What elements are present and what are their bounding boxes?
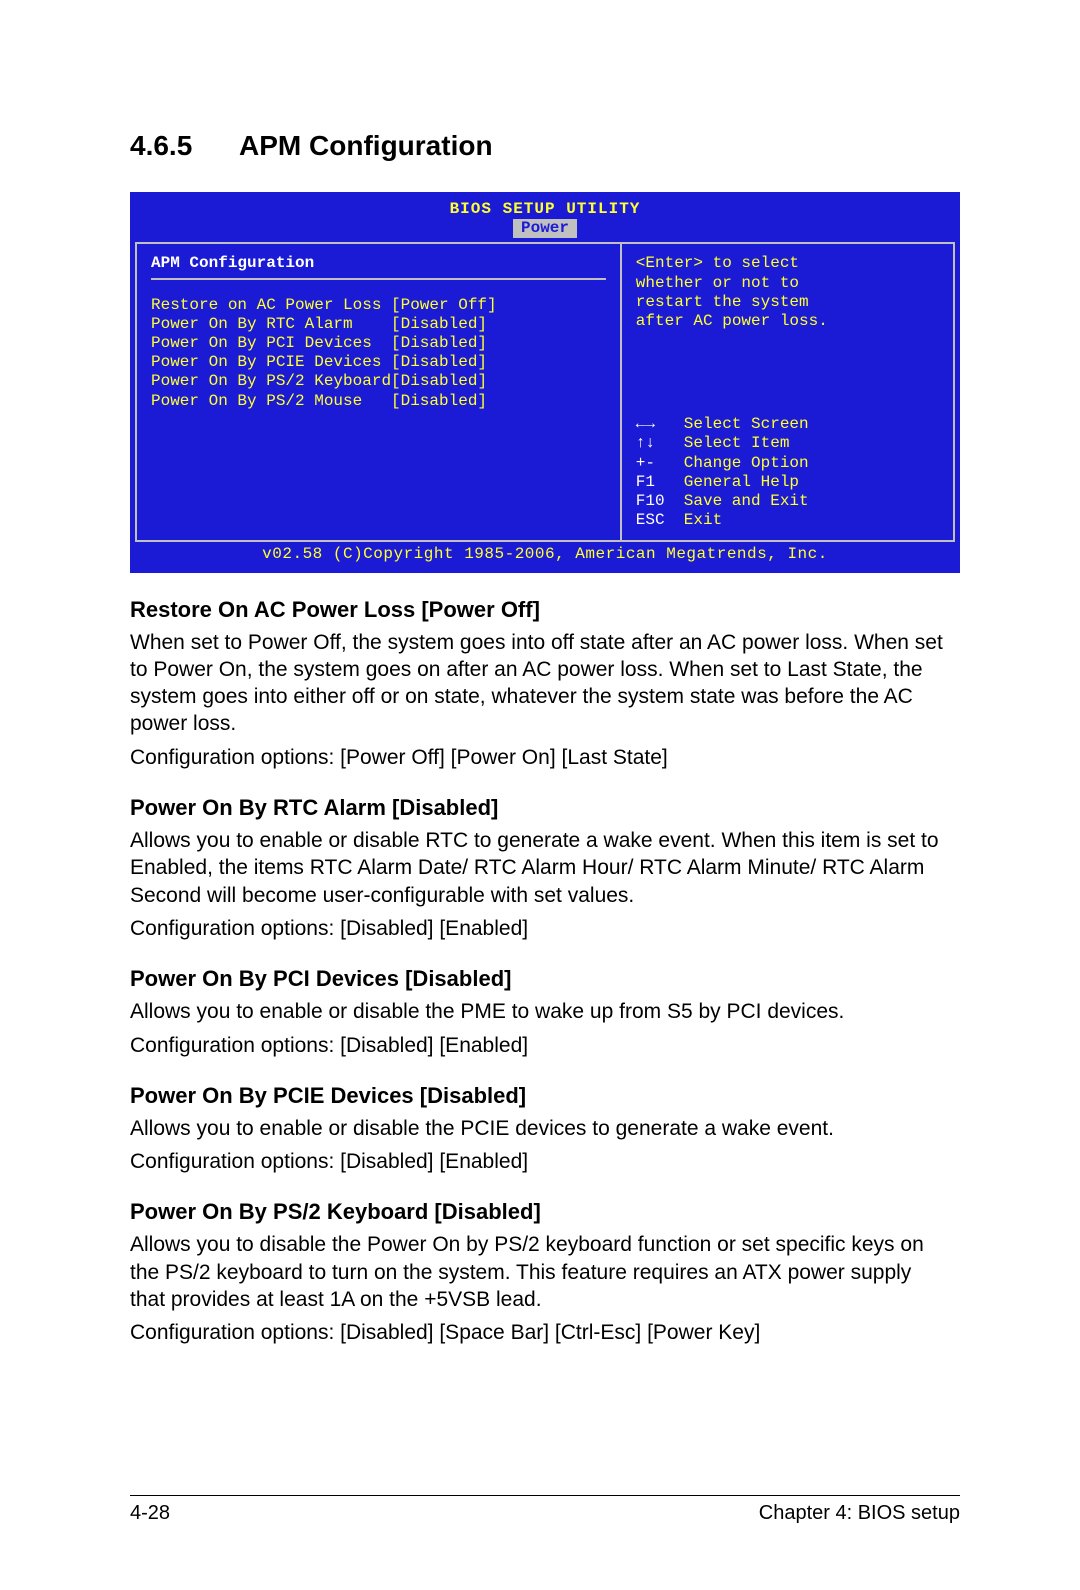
bios-legend-key: ←→ xyxy=(636,415,684,434)
bios-legend-row: ↑↓Select Item xyxy=(636,434,939,453)
bios-legend-row: +-Change Option xyxy=(636,454,939,473)
bios-option-row[interactable]: Power On By PS/2 Mouse[Disabled] xyxy=(151,392,606,411)
bios-option-row[interactable]: Power On By PS/2 Keyboard[Disabled] xyxy=(151,372,606,391)
doc-paragraph: Configuration options: [Power Off] [Powe… xyxy=(130,744,950,771)
doc-paragraph: Allows you to enable or disable the PCIE… xyxy=(130,1115,950,1142)
bios-legend-key: F1 xyxy=(636,473,684,492)
bios-legend-key: ESC xyxy=(636,511,684,530)
bios-tab-row: Power xyxy=(135,219,955,242)
bios-key-legend: ←→Select Screen↑↓Select Item+-Change Opt… xyxy=(636,415,939,530)
bios-legend-action: General Help xyxy=(684,473,799,492)
doc-paragraph: Configuration options: [Disabled] [Enabl… xyxy=(130,1032,950,1059)
bios-legend-row: ←→Select Screen xyxy=(636,415,939,434)
bios-legend-action: Select Screen xyxy=(684,415,809,434)
bios-copyright: v02.58 (C)Copyright 1985-2006, American … xyxy=(135,542,955,567)
bios-option-row[interactable]: Power On By PCIE Devices[Disabled] xyxy=(151,353,606,372)
doc-section-title: Power On By RTC Alarm [Disabled] xyxy=(130,795,950,821)
manual-page: 4.6.5 APM Configuration BIOS SETUP UTILI… xyxy=(0,0,1080,1590)
bios-option-value: [Disabled] xyxy=(391,392,487,411)
doc-section-title: Power On By PCIE Devices [Disabled] xyxy=(130,1083,950,1109)
bios-option-row[interactable]: Power On By RTC Alarm[Disabled] xyxy=(151,315,606,334)
bios-right-pane: <Enter> to select whether or not to rest… xyxy=(622,242,955,542)
bios-legend-action: Save and Exit xyxy=(684,492,809,511)
bios-legend-action: Exit xyxy=(684,511,722,530)
bios-legend-key: +- xyxy=(636,454,684,473)
bios-active-tab[interactable]: Power xyxy=(513,219,577,238)
doc-paragraph: When set to Power Off, the system goes i… xyxy=(130,629,950,738)
bios-section-title: APM Configuration xyxy=(151,254,606,273)
doc-section: Power On By RTC Alarm [Disabled] Allows y… xyxy=(130,795,950,942)
bios-option-value: [Disabled] xyxy=(391,334,487,353)
bios-option-label: Power On By PCIE Devices xyxy=(151,353,391,372)
doc-section: Power On By PS/2 Keyboard [Disabled] Allo… xyxy=(130,1199,950,1346)
doc-paragraph: Configuration options: [Disabled] [Enabl… xyxy=(130,1148,950,1175)
bios-option-label: Power On By RTC Alarm xyxy=(151,315,391,334)
chapter-label: Chapter 4: BIOS setup xyxy=(759,1502,960,1525)
bios-left-pane: APM Configuration Restore on AC Power Lo… xyxy=(135,242,622,542)
bios-option-value: [Disabled] xyxy=(391,353,487,372)
doc-section: Power On By PCI Devices [Disabled] Allows… xyxy=(130,966,950,1059)
section-number: 4.6.5 xyxy=(130,130,192,162)
doc-paragraph: Configuration options: [Disabled] [Enabl… xyxy=(130,915,950,942)
doc-section: Power On By PCIE Devices [Disabled] Allow… xyxy=(130,1083,950,1176)
bios-option-value: [Disabled] xyxy=(391,315,487,334)
bios-legend-key: F10 xyxy=(636,492,684,511)
doc-section: Restore On AC Power Loss [Power Off] When… xyxy=(130,597,950,771)
doc-section-title: Power On By PS/2 Keyboard [Disabled] xyxy=(130,1199,950,1225)
bios-option-value: [Disabled] xyxy=(391,372,487,391)
bios-option-value: [Power Off] xyxy=(391,296,497,315)
bios-help-text: <Enter> to select whether or not to rest… xyxy=(636,254,939,331)
bios-legend-action: Select Item xyxy=(684,434,790,453)
bios-title: BIOS SETUP UTILITY xyxy=(135,197,955,219)
bios-legend-key: ↑↓ xyxy=(636,434,684,453)
section-title: APM Configuration xyxy=(239,130,493,161)
bios-legend-action: Change Option xyxy=(684,454,809,473)
doc-section-title: Power On By PCI Devices [Disabled] xyxy=(130,966,950,992)
bios-option-label: Power On By PS/2 Keyboard xyxy=(151,372,391,391)
bios-option-label: Restore on AC Power Loss xyxy=(151,296,391,315)
bios-option-row[interactable]: Power On By PCI Devices[Disabled] xyxy=(151,334,606,353)
page-number: 4-28 xyxy=(130,1502,170,1525)
doc-paragraph: Allows you to enable or disable the PME … xyxy=(130,998,950,1025)
bios-legend-row: F1General Help xyxy=(636,473,939,492)
doc-section-title: Restore On AC Power Loss [Power Off] xyxy=(130,597,950,623)
bios-option-label: Power On By PS/2 Mouse xyxy=(151,392,391,411)
page-footer: 4-28 Chapter 4: BIOS setup xyxy=(130,1495,960,1525)
bios-option-label: Power On By PCI Devices xyxy=(151,334,391,353)
bios-screenshot: BIOS SETUP UTILITY Power APM Configurati… xyxy=(130,192,960,573)
doc-paragraph: Allows you to enable or disable RTC to g… xyxy=(130,827,950,909)
doc-paragraph: Allows you to disable the Power On by PS… xyxy=(130,1231,950,1313)
doc-paragraph: Configuration options: [Disabled] [Space… xyxy=(130,1319,950,1346)
section-heading: 4.6.5 APM Configuration xyxy=(130,130,960,162)
bios-option-row[interactable]: Restore on AC Power Loss[Power Off] xyxy=(151,296,606,315)
bios-legend-row: F10Save and Exit xyxy=(636,492,939,511)
bios-legend-row: ESCExit xyxy=(636,511,939,530)
